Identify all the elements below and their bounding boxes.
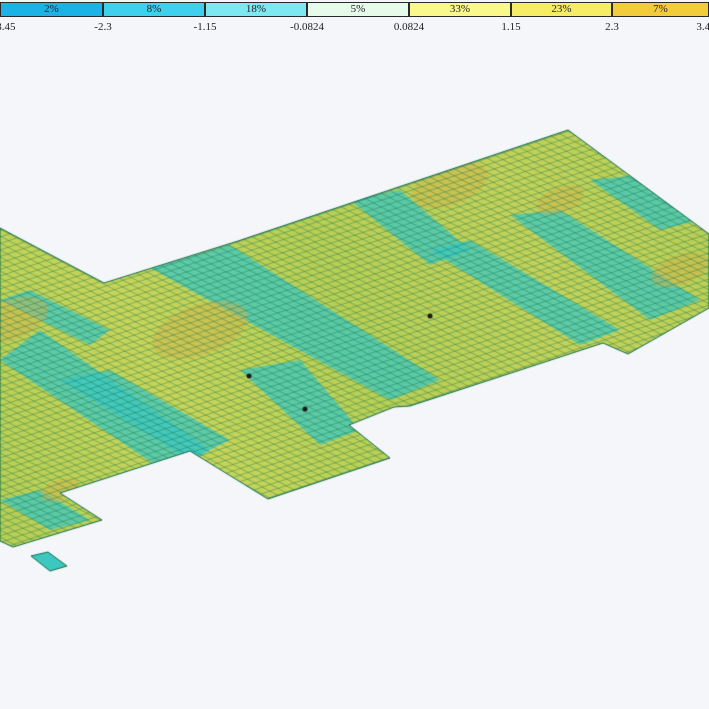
legend-segment: 33% [409, 2, 511, 17]
legend-tick-labels: -3.45 -2.3 -1.15 -0.0824 0.0824 1.15 2.3… [0, 19, 709, 35]
legend-segment: 5% [307, 2, 409, 17]
legend-tick: -2.3 [94, 21, 112, 33]
legend-tick: 3.45 [696, 21, 709, 33]
legend-tick: -1.15 [193, 21, 217, 33]
contour-legend: 2% 8% 18% 5% 33% 23% 7% [0, 0, 709, 20]
legend-segment: 23% [511, 2, 612, 17]
legend-segment: 2% [0, 2, 103, 17]
legend-segment: 7% [612, 2, 709, 17]
legend-tick: 2.3 [605, 21, 619, 33]
legend-tick: -0.0824 [290, 21, 324, 33]
model-viewport[interactable]: 2% 8% 18% 5% 33% 23% 7% -3.45 -2.3 -1.15… [0, 0, 709, 709]
shell-contour-plot[interactable] [0, 0, 709, 709]
legend-tick: 0.0824 [393, 21, 425, 33]
legend-tick: -3.45 [0, 21, 16, 33]
legend-segment: 8% [103, 2, 205, 17]
legend-tick: 1.15 [501, 21, 521, 33]
legend-segment: 18% [205, 2, 307, 17]
